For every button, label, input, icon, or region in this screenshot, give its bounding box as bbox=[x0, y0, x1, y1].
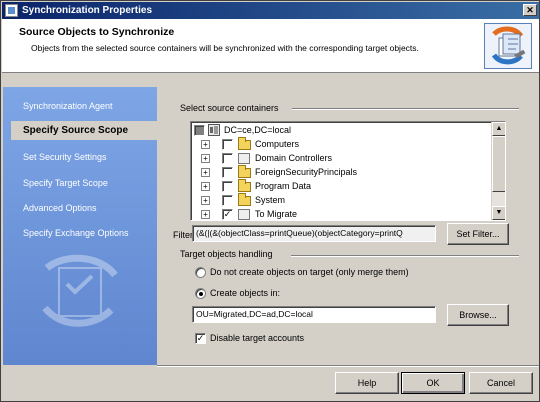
create-objects-label[interactable]: Create objects in: bbox=[210, 288, 280, 298]
expand-icon[interactable]: + bbox=[201, 154, 210, 163]
app-icon bbox=[5, 4, 18, 17]
tree-item-checkbox[interactable] bbox=[222, 139, 233, 150]
organizational-unit-icon bbox=[238, 153, 250, 164]
sidebar-item-label: Specify Target Scope bbox=[23, 178, 108, 188]
sidebar-item-advanced-options[interactable]: Advanced Options bbox=[11, 199, 157, 218]
tree-item-checkbox[interactable] bbox=[222, 181, 233, 192]
section-separator bbox=[292, 108, 519, 110]
sidebar-item-source-scope[interactable]: Specify Source Scope bbox=[11, 121, 157, 140]
tree-item-label: Computers bbox=[255, 139, 300, 149]
sidebar-item-target-scope[interactable]: Specify Target Scope bbox=[11, 174, 157, 193]
sidebar-item-exchange-options[interactable]: Specify Exchange Options bbox=[11, 224, 157, 243]
page-title: Source Objects to Synchronize bbox=[19, 26, 175, 38]
tree-item-checkbox[interactable] bbox=[222, 153, 233, 164]
set-filter-button[interactable]: Set Filter... bbox=[447, 223, 509, 245]
scroll-down-icon[interactable]: ▼ bbox=[492, 206, 505, 220]
tree-item-label: System bbox=[255, 195, 286, 205]
window-title: Synchronization Properties bbox=[22, 5, 153, 16]
folder-icon bbox=[238, 165, 251, 178]
ok-button[interactable]: OK bbox=[401, 372, 465, 394]
do-not-create-label[interactable]: Do not create objects on target (only me… bbox=[210, 267, 409, 277]
help-button[interactable]: Help bbox=[335, 372, 399, 394]
domain-icon bbox=[208, 124, 220, 136]
disable-accounts-label[interactable]: Disable target accounts bbox=[210, 333, 304, 343]
tree-item-checkbox[interactable] bbox=[222, 167, 233, 178]
source-containers-label: Select source containers bbox=[180, 103, 279, 113]
expand-icon[interactable]: + bbox=[201, 168, 210, 177]
folder-icon bbox=[238, 193, 251, 206]
do-not-create-radio[interactable] bbox=[195, 267, 206, 278]
synchronization-icon bbox=[484, 23, 532, 69]
organizational-unit-icon bbox=[238, 209, 250, 220]
decorative-clipboard-icon bbox=[27, 250, 131, 330]
cancel-button[interactable]: Cancel bbox=[469, 372, 533, 394]
sidebar-item-label: Synchronization Agent bbox=[23, 101, 113, 111]
expand-icon[interactable]: + bbox=[201, 196, 210, 205]
tree-item-checkbox[interactable]: ✓ bbox=[222, 209, 233, 220]
target-ou-field[interactable]: OU=Migrated,DC=ad,DC=local bbox=[192, 306, 436, 323]
scroll-thumb[interactable] bbox=[492, 136, 505, 192]
title-bar: Synchronization Properties ✕ bbox=[2, 2, 539, 19]
bottom-separator bbox=[157, 365, 539, 367]
source-container-tree[interactable]: DC=ce,DC=local + Computers + Domain Cont… bbox=[190, 121, 506, 221]
tree-root-label: DC=ce,DC=local bbox=[224, 125, 292, 135]
tree-scrollbar[interactable]: ▲ ▼ bbox=[491, 122, 505, 220]
target-handling-label: Target objects handling bbox=[180, 249, 273, 259]
folder-icon bbox=[238, 179, 251, 192]
tree-item-checkbox[interactable] bbox=[222, 195, 233, 206]
tree-item-label: To Migrate bbox=[255, 209, 298, 219]
close-button[interactable]: ✕ bbox=[523, 4, 537, 16]
wizard-sidebar: Synchronization Agent Specify Source Sco… bbox=[3, 87, 157, 365]
header-panel: Source Objects to Synchronize Objects fr… bbox=[2, 19, 539, 73]
section-separator bbox=[291, 255, 519, 257]
sidebar-item-label: Advanced Options bbox=[23, 203, 97, 213]
synchronization-properties-window: Synchronization Properties ✕ Source Obje… bbox=[0, 0, 540, 402]
tree-item-label: Domain Controllers bbox=[255, 153, 333, 163]
page-description: Objects from the selected source contain… bbox=[31, 43, 419, 53]
browse-button[interactable]: Browse... bbox=[447, 304, 509, 326]
disable-accounts-checkbox[interactable]: ✓ bbox=[195, 333, 206, 344]
filter-field: (&(|(&(objectClass=printQueue)(objectCat… bbox=[192, 225, 436, 242]
sidebar-item-label: Set Security Settings bbox=[23, 152, 107, 162]
sidebar-item-label: Specify Exchange Options bbox=[23, 228, 129, 238]
tree-item-label: ForeignSecurityPrincipals bbox=[255, 167, 358, 177]
expand-icon[interactable]: + bbox=[201, 182, 210, 191]
tree-root-checkbox[interactable] bbox=[194, 125, 205, 136]
sidebar-item-security-settings[interactable]: Set Security Settings bbox=[11, 148, 157, 167]
create-objects-radio[interactable] bbox=[195, 288, 206, 299]
expand-icon[interactable]: + bbox=[201, 140, 210, 149]
sidebar-item-synchronization-agent[interactable]: Synchronization Agent bbox=[11, 97, 157, 116]
scroll-up-icon[interactable]: ▲ bbox=[492, 122, 505, 136]
tree-item-label: Program Data bbox=[255, 181, 312, 191]
folder-icon bbox=[238, 137, 251, 150]
sidebar-item-label: Specify Source Scope bbox=[23, 125, 129, 136]
expand-icon[interactable]: + bbox=[201, 210, 210, 219]
